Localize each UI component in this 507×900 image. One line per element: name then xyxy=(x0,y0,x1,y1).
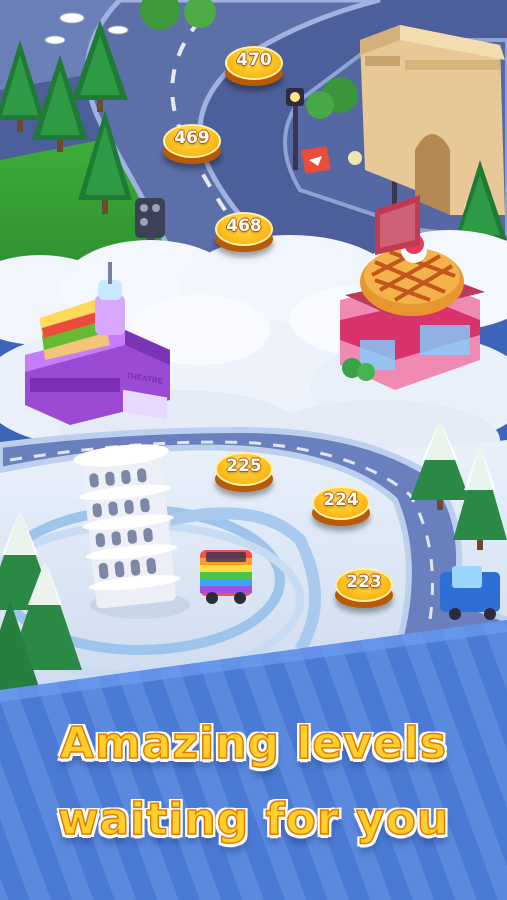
level-node-469[interactable]: 469 xyxy=(163,120,221,170)
rainbow-bus-icon xyxy=(200,550,252,604)
headline-text: Amazing levels xyxy=(59,717,448,770)
level-number: 469 xyxy=(174,128,210,148)
level-node-468[interactable]: 468 xyxy=(215,208,273,258)
promo-headline-line-2: waiting for you xyxy=(0,793,507,846)
level-node-470[interactable]: 470 xyxy=(225,42,283,92)
level-number: 470 xyxy=(236,50,272,70)
level-number: 223 xyxy=(346,572,382,592)
game-map[interactable]: 470 469 468 225 224 223 THEATRE Amazing … xyxy=(0,0,507,900)
level-number: 468 xyxy=(226,216,262,236)
delivery-truck-icon xyxy=(440,566,500,620)
promo-headline-line-1: Amazing levels xyxy=(0,717,507,770)
level-node-224[interactable]: 224 xyxy=(312,482,370,532)
headline-text: waiting for you xyxy=(57,793,450,846)
level-node-225[interactable]: 225 xyxy=(215,448,273,498)
level-node-223[interactable]: 223 xyxy=(335,564,393,614)
level-number: 224 xyxy=(323,490,359,510)
level-number: 225 xyxy=(226,456,262,476)
